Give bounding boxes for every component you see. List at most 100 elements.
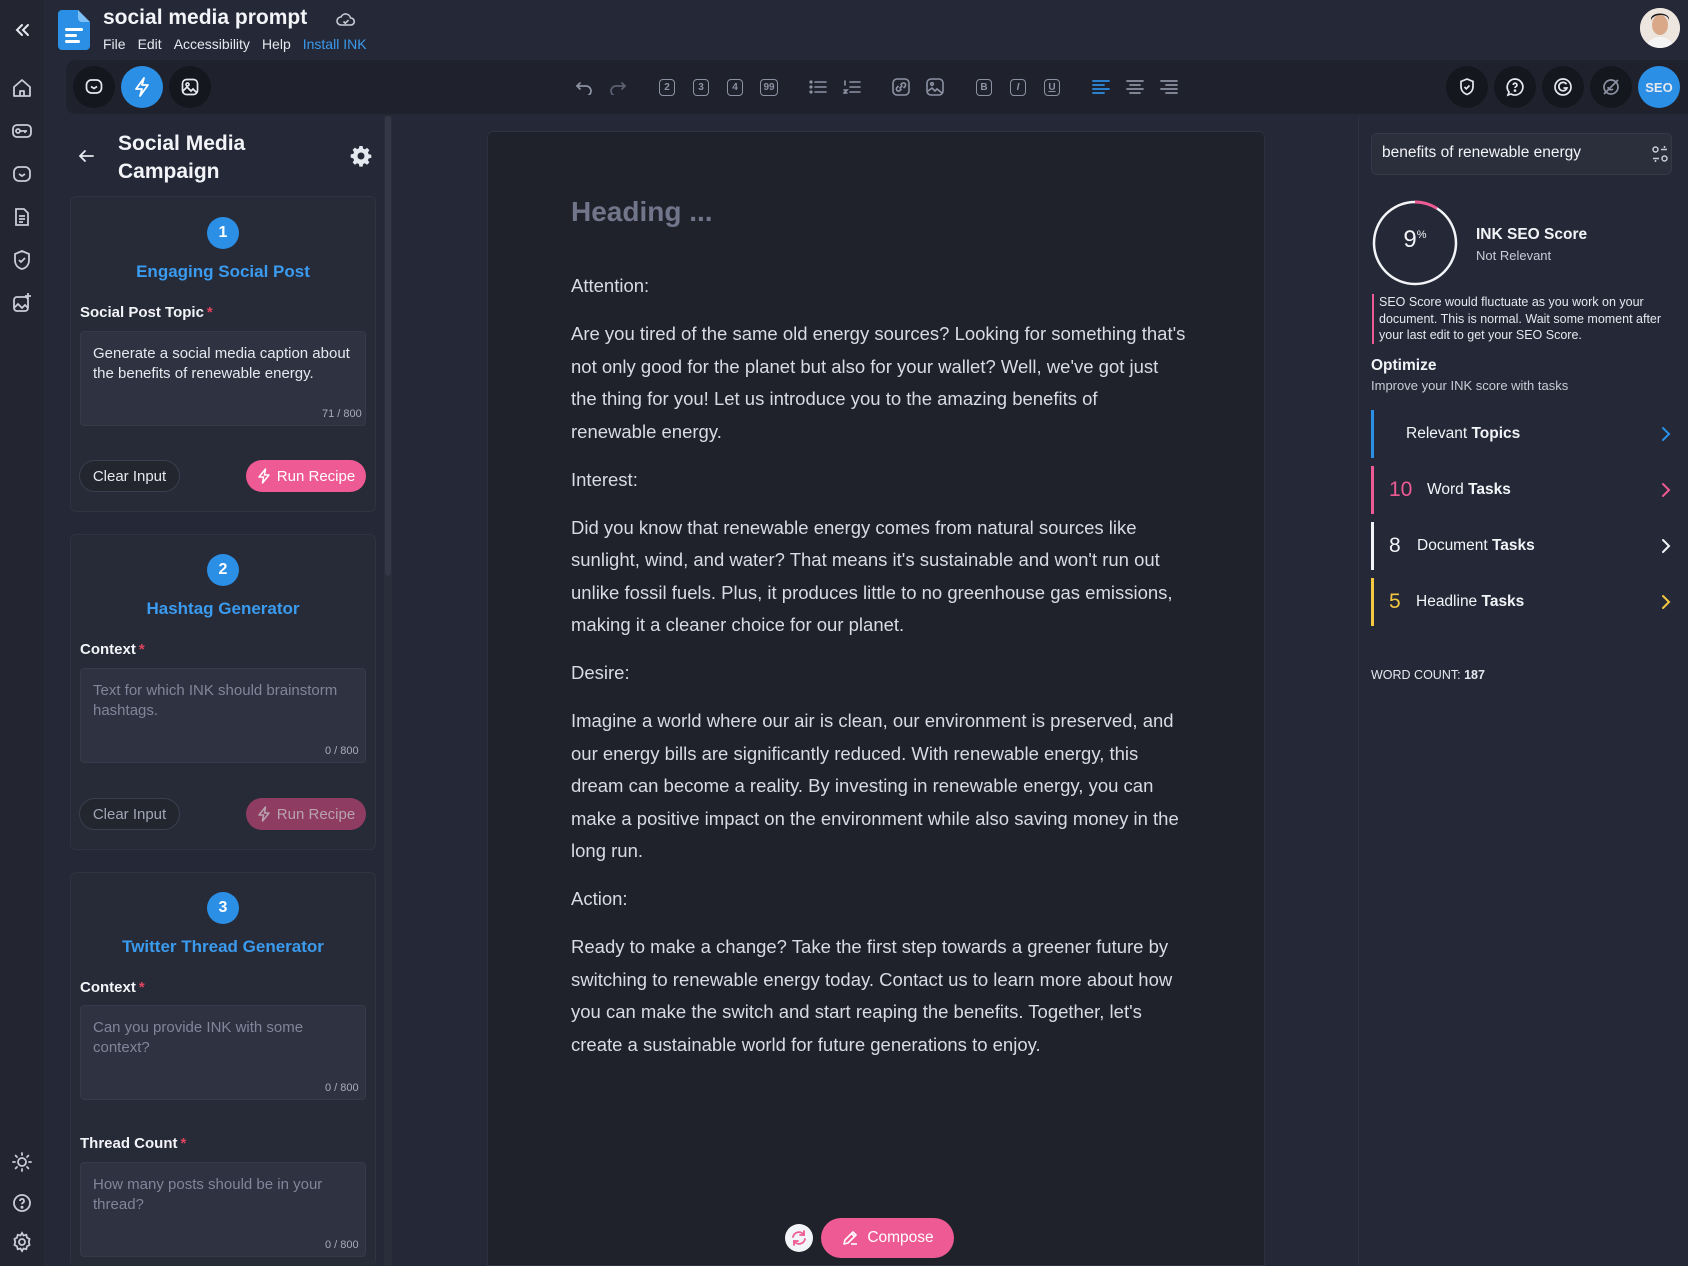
redo-icon[interactable] [607,76,629,98]
recipe-title: Hashtag Generator [146,599,300,618]
clear-input-button[interactable]: Clear Input [79,460,180,492]
editor-body[interactable]: Attention: Are you tired of the same old… [571,270,1186,1077]
shield-check-icon[interactable] [8,246,36,274]
editor-paragraph: Did you know that renewable energy comes… [571,516,1173,636]
char-counter: 0 / 800 [325,1082,359,1094]
collapse-sidebar-icon[interactable] [8,16,36,44]
bold-button[interactable]: B [973,76,995,98]
grammar-check-button[interactable] [1542,66,1584,108]
optimize-title: Optimize [1371,357,1437,374]
heading-4-button[interactable]: 4 [724,76,746,98]
refresh-button[interactable] [785,1224,813,1252]
optimize-subtitle: Improve your INK score with tasks [1371,378,1569,393]
align-left-icon[interactable] [1090,76,1112,98]
editor-paragraph: Desire: [571,662,630,683]
home-icon[interactable] [8,74,36,102]
run-recipe-button[interactable]: Run Recipe [246,460,366,492]
chevron-right-icon [1662,483,1671,497]
chat-icon[interactable] [8,160,36,188]
italic-button[interactable]: I [1007,76,1029,98]
numbered-list-icon[interactable] [841,76,863,98]
editor-paragraph: Attention: [571,275,650,296]
editor-paragraph: Action: [571,888,628,909]
editor-heading-placeholder[interactable]: Heading ... [571,196,713,228]
recipe-mode-button[interactable] [121,66,163,108]
clear-input-button[interactable]: Clear Input [79,798,180,830]
thread-context-input[interactable]: Can you provide INK with some context? [80,1005,366,1100]
compose-button[interactable]: Compose [821,1218,954,1258]
heading-2-button[interactable]: 2 [656,76,678,98]
link-icon[interactable] [890,76,912,98]
recipe-title: Engaging Social Post [136,262,310,281]
hashtag-context-input[interactable]: Text for which INK should brainstorm has… [80,668,366,763]
align-right-icon[interactable] [1158,76,1180,98]
task-word-tasks[interactable]: 10 Word Tasks [1371,466,1671,514]
align-center-icon[interactable] [1124,76,1146,98]
task-headline-tasks[interactable]: 5 Headline Tasks [1371,578,1671,626]
seo-keyword-value: benefits of renewable energy [1382,144,1582,161]
step-badge-1: 1 [207,217,239,249]
required-asterisk: * [138,641,145,658]
seo-score-value: 9% [1403,226,1427,253]
keyword-settings-icon[interactable] [1651,145,1669,163]
blockquote-button[interactable]: 99 [758,76,780,98]
user-avatar[interactable] [1640,8,1680,48]
menu-file[interactable]: File [103,36,126,52]
insert-image-icon[interactable] [924,76,946,98]
menu-install-ink[interactable]: Install INK [303,36,367,52]
menu-edit[interactable]: Edit [138,36,162,52]
back-arrow-icon[interactable] [77,148,95,164]
step-badge-3: 3 [207,892,239,924]
panel-scrollbar-thumb[interactable] [385,116,391,576]
heading-3-button[interactable]: 3 [690,76,712,98]
bullet-list-icon[interactable] [807,76,829,98]
undo-icon[interactable] [573,76,595,98]
char-counter: 0 / 800 [325,1239,359,1251]
char-counter: 71 / 800 [322,408,362,420]
hide-visibility-button[interactable] [1590,66,1632,108]
chat-mode-button[interactable] [73,66,115,108]
menu-help[interactable]: Help [262,36,291,52]
step-badge-2: 2 [207,554,239,586]
task-relevant-topics[interactable]: Relevant Topics [1371,410,1671,458]
menu-accessibility[interactable]: Accessibility [174,36,250,52]
required-asterisk: * [206,304,213,321]
theme-sun-icon[interactable] [8,1148,36,1176]
help-chat-button[interactable] [1494,66,1536,108]
run-recipe-button[interactable]: Run Recipe [246,798,366,830]
seo-panel [1358,116,1688,1266]
add-image-icon[interactable] [8,289,36,317]
document-icon[interactable] [8,203,36,231]
word-count: WORD COUNT: 187 [1371,668,1485,682]
field-label: Social Post Topic * [80,304,213,321]
plagiarism-shield-button[interactable] [1446,66,1488,108]
field-label: Context * [80,641,145,658]
seo-score-status: Not Relevant [1476,248,1552,263]
required-asterisk: * [180,1135,187,1152]
field-label: Thread Count * [80,1135,187,1152]
char-counter: 0 / 800 [325,745,359,757]
image-mode-button[interactable] [169,66,211,108]
field-label: Context * [80,979,145,996]
seo-button[interactable]: SEO [1638,66,1680,108]
task-document-tasks[interactable]: 8 Document Tasks [1371,522,1671,570]
chevron-right-icon [1662,595,1671,609]
recipe-title: Twitter Thread Generator [122,937,324,956]
icon-rail [0,0,44,1266]
editor-paragraph: Ready to make a change? Take the first s… [571,936,1173,1055]
panel-title: Social Media Campaign [118,132,246,183]
underline-button[interactable]: U [1041,76,1063,98]
editor-paragraph: Imagine a world where our air is clean, … [571,710,1179,861]
panel-settings-icon[interactable] [350,145,372,167]
document-title[interactable]: social media prompt [103,6,307,30]
formatting-toolbar [66,60,1688,114]
help-icon[interactable] [8,1189,36,1217]
lightning-icon [258,468,270,484]
cloud-sync-icon [336,12,356,28]
seo-score-note: SEO Score would fluctuate as you work on… [1372,294,1672,344]
refresh-icon [792,1230,806,1246]
seo-score-title: INK SEO Score [1476,226,1588,243]
settings-icon[interactable] [8,1228,36,1256]
key-icon[interactable] [8,117,36,145]
thread-count-input[interactable]: How many posts should be in your thread? [80,1162,366,1257]
